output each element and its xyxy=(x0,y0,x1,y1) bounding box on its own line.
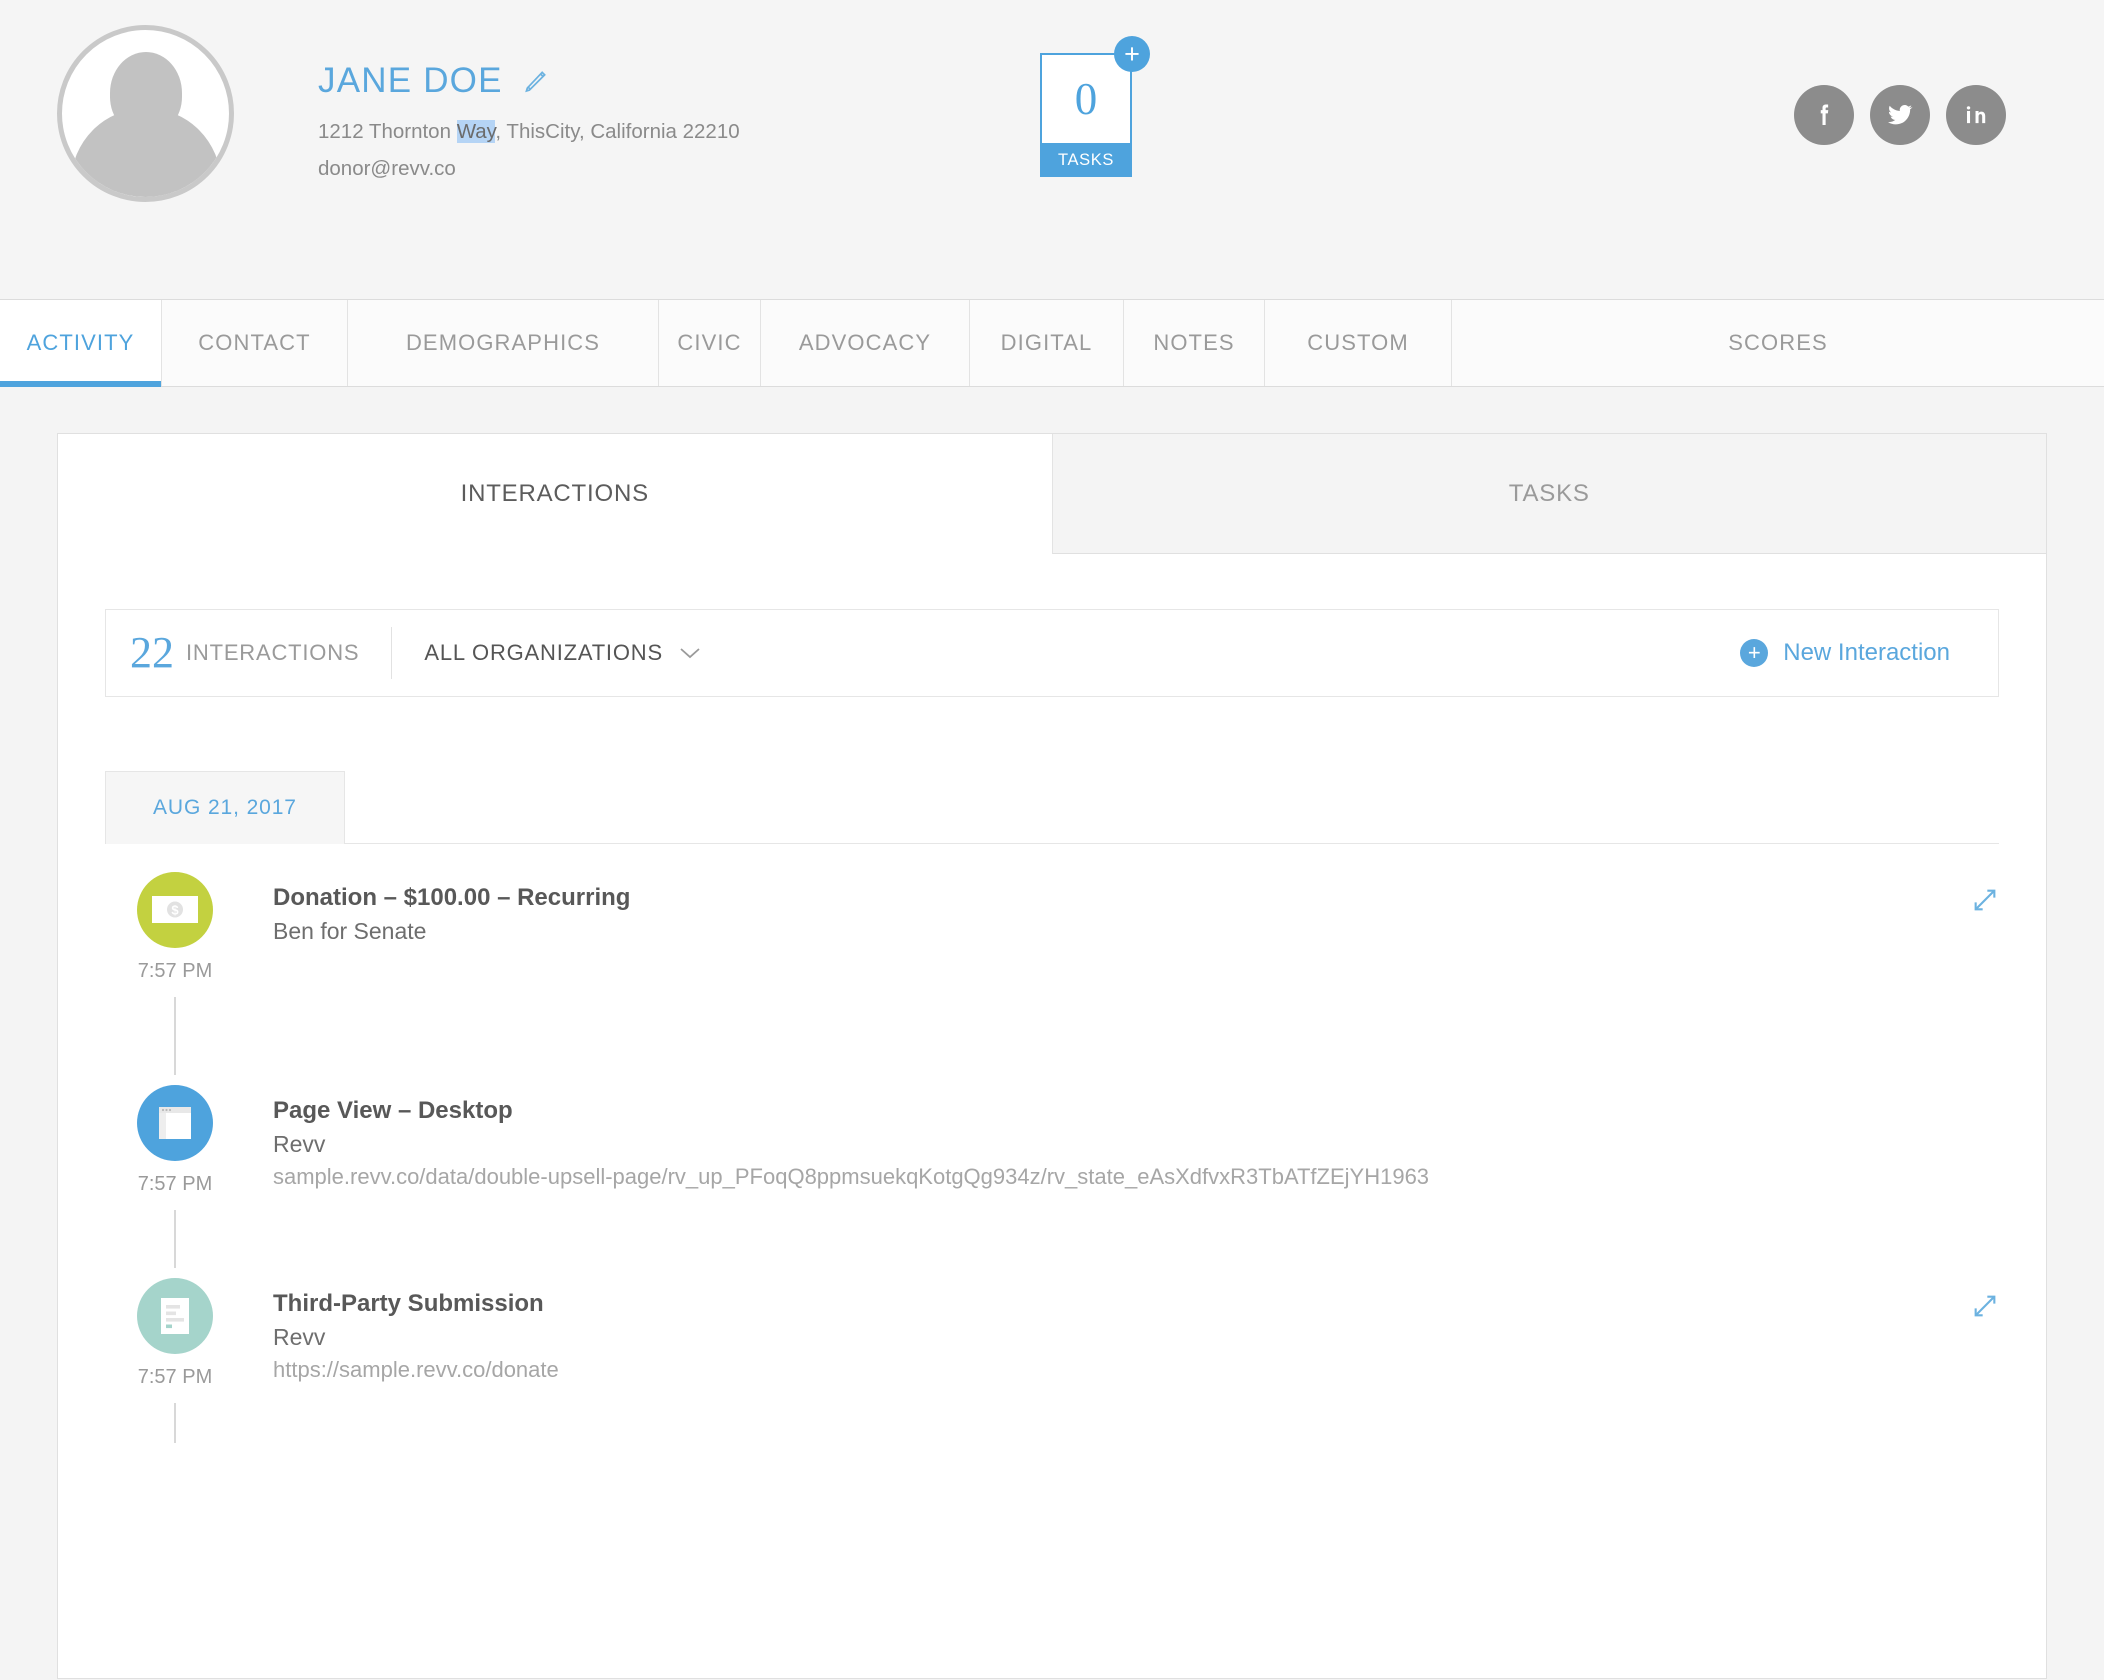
tasks-count-box: 0 xyxy=(1040,53,1132,145)
tab-contact[interactable]: CONTACT xyxy=(162,300,348,386)
browser-window-icon xyxy=(137,1085,213,1161)
tab-advocacy[interactable]: ADVOCACY xyxy=(761,300,970,386)
tab-scores[interactable]: SCORES xyxy=(1452,300,2104,386)
timeline-item-time: 7:57 PM xyxy=(137,1366,213,1388)
form-document-icon xyxy=(137,1278,213,1354)
timeline-item-title: Third-Party Submission xyxy=(273,1290,544,1317)
tab-label: CIVIC xyxy=(677,330,742,355)
tab-digital[interactable]: DIGITAL xyxy=(970,300,1124,386)
tasks-badge[interactable]: 0 TASKS + xyxy=(1040,36,1150,177)
tab-label: SCORES xyxy=(1728,330,1828,355)
pencil-icon[interactable] xyxy=(523,68,549,94)
avatar-body-shape xyxy=(70,108,221,197)
add-task-button[interactable]: + xyxy=(1114,36,1150,72)
timeline-item[interactable]: 7:57 PM Page View – Desktop Revv sample.… xyxy=(105,1085,1999,1278)
timeline-item-url: https://sample.revv.co/donate xyxy=(273,1356,559,1382)
expand-icon[interactable] xyxy=(1971,1292,1999,1325)
timeline-item-org: Revv xyxy=(273,1323,326,1350)
tasks-label: TASKS xyxy=(1040,145,1132,177)
identity-block: JANE DOE 1212 Thornton Way, ThisCity, Ca… xyxy=(318,61,740,184)
interaction-count: 22 xyxy=(130,628,174,677)
timeline-item-meta: 7:57 PM xyxy=(105,1278,245,1443)
profile-email: donor@revv.co xyxy=(318,157,456,181)
interaction-timeline: $ 7:57 PM Donation – $100.00 – Recurring… xyxy=(105,844,1999,1453)
address-post: , ThisCity, California 22210 xyxy=(495,119,740,143)
timeline-item-content: Donation – $100.00 – Recurring Ben for S… xyxy=(245,872,1999,1075)
avatar[interactable] xyxy=(57,25,234,202)
subtab-label: TASKS xyxy=(1508,479,1590,507)
default-avatar-icon xyxy=(57,25,234,202)
main-tab-bar: ACTIVITY CONTACT DEMOGRAPHICS CIVIC ADVO… xyxy=(0,300,2104,387)
linkedin-icon[interactable] xyxy=(1946,85,2006,145)
plus-icon: + xyxy=(1740,639,1769,667)
organization-filter-dropdown[interactable]: ALL ORGANIZATIONS xyxy=(424,640,701,666)
money-bill-icon: $ xyxy=(137,872,213,948)
profile-header: JANE DOE 1212 Thornton Way, ThisCity, Ca… xyxy=(0,0,2104,300)
tab-custom[interactable]: CUSTOM xyxy=(1265,300,1452,386)
timeline-item[interactable]: 7:57 PM Third-Party Submission Revv http… xyxy=(105,1278,1999,1453)
timeline-connector xyxy=(174,1403,176,1443)
timeline-date: AUG 21, 2017 xyxy=(105,771,345,844)
timeline-item-meta: $ 7:57 PM xyxy=(105,872,245,1075)
timeline-date-band: AUG 21, 2017 xyxy=(105,771,1999,844)
tab-label: DIGITAL xyxy=(1000,330,1093,355)
sub-tab-bar: INTERACTIONS TASKS xyxy=(58,434,2046,554)
form-document-glyph xyxy=(161,1298,189,1334)
money-bill-glyph: $ xyxy=(152,896,198,923)
tab-label: ACTIVITY xyxy=(26,330,135,355)
tab-label: ADVOCACY xyxy=(798,330,932,355)
timeline-item-org: Ben for Senate xyxy=(273,917,427,944)
timeline-item-content: Third-Party Submission Revv https://samp… xyxy=(245,1278,1999,1443)
timeline-item-title: Page View – Desktop xyxy=(273,1097,513,1124)
profile-address: 1212 Thornton Way, ThisCity, California … xyxy=(318,117,740,147)
tab-civic[interactable]: CIVIC xyxy=(659,300,761,386)
activity-panel: INTERACTIONS TASKS 22 INTERACTIONS ALL O… xyxy=(57,433,2047,1679)
filter-bar: 22 INTERACTIONS ALL ORGANIZATIONS + New … xyxy=(105,609,1999,697)
browser-window-glyph xyxy=(159,1107,191,1139)
twitter-icon[interactable] xyxy=(1870,85,1930,145)
address-selected-text: Way xyxy=(456,119,496,143)
tab-label: CUSTOM xyxy=(1307,330,1409,355)
timeline-item-meta: 7:57 PM xyxy=(105,1085,245,1268)
chevron-down-icon xyxy=(680,648,700,659)
timeline-item[interactable]: $ 7:57 PM Donation – $100.00 – Recurring… xyxy=(105,872,1999,1085)
timeline-connector xyxy=(174,1210,176,1268)
timeline-item-time: 7:57 PM xyxy=(137,960,213,982)
facebook-icon[interactable] xyxy=(1794,85,1854,145)
svg-text:$: $ xyxy=(171,903,179,918)
organization-filter-value: ALL ORGANIZATIONS xyxy=(424,640,663,665)
new-interaction-label: New Interaction xyxy=(1783,639,1950,666)
timeline-item-title: Donation – $100.00 – Recurring xyxy=(273,884,631,911)
subtab-tasks[interactable]: TASKS xyxy=(1051,434,2046,554)
name-row: JANE DOE xyxy=(318,61,740,101)
tab-notes[interactable]: NOTES xyxy=(1124,300,1265,386)
address-pre: 1212 Thornton xyxy=(318,119,457,143)
divider xyxy=(391,627,393,679)
subtab-interactions[interactable]: INTERACTIONS xyxy=(58,434,1052,554)
timeline-connector xyxy=(174,997,176,1075)
social-links xyxy=(1794,85,2006,145)
tab-demographics[interactable]: DEMOGRAPHICS xyxy=(348,300,659,386)
expand-icon[interactable] xyxy=(1971,886,1999,919)
page-title: JANE DOE xyxy=(318,61,503,100)
timeline-item-org: Revv xyxy=(273,1130,326,1157)
new-interaction-button[interactable]: + New Interaction xyxy=(1740,639,1974,667)
content-area: INTERACTIONS TASKS 22 INTERACTIONS ALL O… xyxy=(0,387,2104,1679)
tab-activity[interactable]: ACTIVITY xyxy=(0,300,162,387)
interaction-count-label: INTERACTIONS xyxy=(186,640,360,665)
tab-label: NOTES xyxy=(1153,330,1235,355)
tab-label: DEMOGRAPHICS xyxy=(405,330,601,355)
tasks-count: 0 xyxy=(1074,73,1098,124)
timeline-item-content: Page View – Desktop Revv sample.revv.co/… xyxy=(245,1085,1999,1268)
timeline-item-url: sample.revv.co/data/double-upsell-page/r… xyxy=(273,1163,1430,1189)
subtab-label: INTERACTIONS xyxy=(460,479,649,507)
timeline-item-time: 7:57 PM xyxy=(137,1173,213,1195)
tab-label: CONTACT xyxy=(198,330,311,355)
